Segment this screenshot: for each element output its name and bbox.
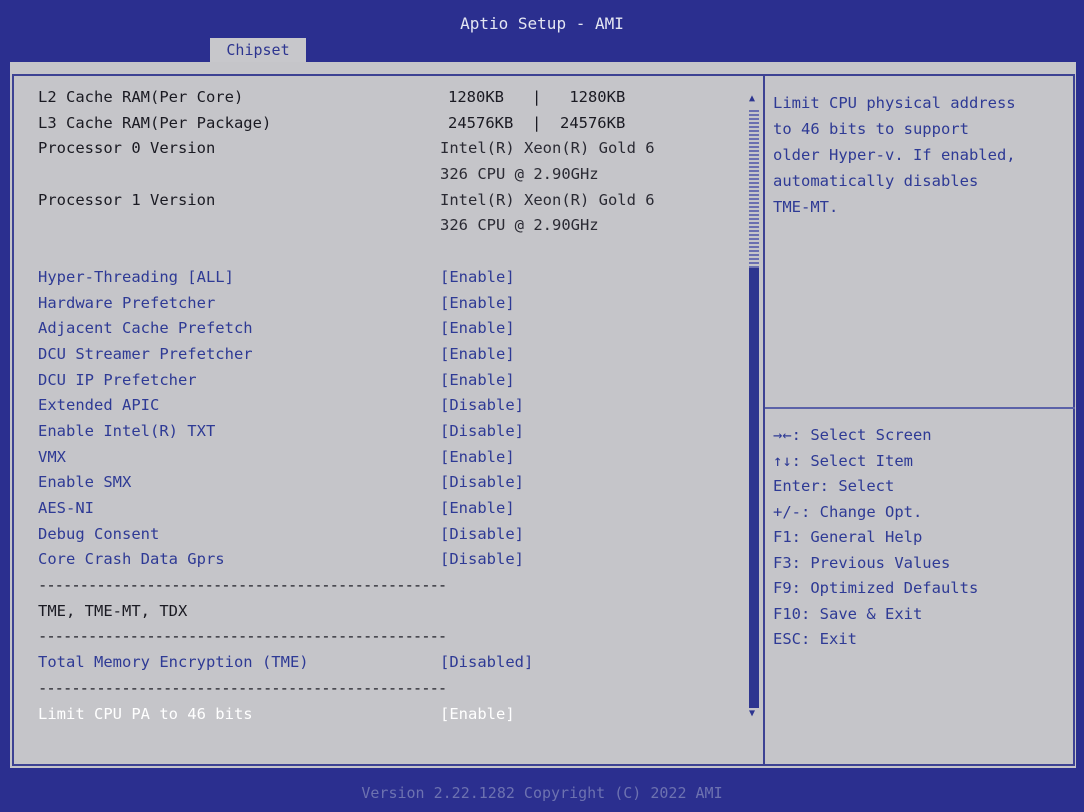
separator-line: ----------------------------------------… [38,679,753,705]
setting-value[interactable]: [Enable] [440,319,515,337]
info-row-processor-0-cont: 326 CPU @ 2.90GHz [38,165,753,191]
tab-chipset[interactable]: Chipset [210,38,306,62]
info-label: L3 Cache RAM(Per Package) [38,113,272,132]
setting-value[interactable]: [Disable] [440,396,524,414]
setting-extended-apic[interactable]: Extended APIC [Disable] [38,396,753,422]
window-title: Aptio Setup - AMI [460,14,624,33]
setting-value[interactable]: [Enable] [440,268,515,286]
setting-value[interactable]: [Disable] [440,550,524,568]
key-hint: F9: Optimized Defaults [773,579,979,597]
section-heading: TME, TME-MT, TDX [38,601,188,620]
setting-value[interactable]: [Enable] [440,294,515,312]
setting-vmx[interactable]: VMX [Enable] [38,448,753,474]
setting-value[interactable]: [Enable] [440,499,515,517]
help-line: TME-MT. [773,198,839,216]
separator-line: ----------------------------------------… [38,627,753,653]
info-label: Processor 0 Version [38,139,216,158]
info-row-l3-cache: L3 Cache RAM(Per Package) 24576KB | 2457… [38,114,753,140]
setting-label: AES-NI [38,499,94,517]
setting-label: Hyper-Threading [ALL] [38,267,234,286]
separator-line: ----------------------------------------… [38,576,753,602]
info-row-processor-1: Processor 1 Version Intel(R) Xeon(R) Gol… [38,191,753,217]
setting-limit-cpu-pa[interactable]: Limit CPU PA to 46 bits [Enable] [38,705,753,731]
setting-label: Limit CPU PA to 46 bits [38,704,253,723]
setting-core-crash-data-gprs[interactable]: Core Crash Data Gprs [Disable] [38,550,753,576]
title-bar: Aptio Setup - AMI Chipset [0,0,1084,62]
setting-label: Hardware Prefetcher [38,293,216,312]
setting-label: Enable SMX [38,473,132,492]
setting-label: Extended APIC [38,396,160,415]
footer-version: Version 2.22.1282 Copyright (C) 2022 AMI [0,778,1084,808]
scrollbar-track[interactable] [749,110,759,268]
setting-hyper-threading[interactable]: Hyper-Threading [ALL] [Enable] [38,268,753,294]
key-hint: F3: Previous Values [773,553,951,572]
setting-value[interactable]: [Enable] [440,705,515,723]
setting-label: Adjacent Cache Prefetch [38,319,253,338]
scrollbar-thumb[interactable] [749,268,759,708]
info-label: L2 Cache RAM(Per Core) [38,88,244,106]
setting-value[interactable]: [Disable] [440,525,524,543]
setting-dcu-ip-prefetcher[interactable]: DCU IP Prefetcher [Enable] [38,371,753,397]
info-value: Intel(R) Xeon(R) Gold 6 [440,139,655,158]
separator-text: ----------------------------------------… [38,678,447,697]
setting-value[interactable]: [Enable] [440,371,515,389]
info-row-processor-0: Processor 0 Version Intel(R) Xeon(R) Gol… [38,139,753,165]
panel-divider [763,74,765,766]
tme-heading: TME, TME-MT, TDX [38,602,753,628]
setting-value[interactable]: [Enable] [440,345,515,363]
setting-label: DCU IP Prefetcher [38,370,197,389]
setting-value[interactable]: [Disable] [440,422,524,440]
setting-debug-consent[interactable]: Debug Consent [Disable] [38,525,753,551]
info-value-cont: 326 CPU @ 2.90GHz [440,216,599,235]
key-hint: →←: Select Screen [773,426,932,444]
triangle-down-icon[interactable]: ▼ [749,708,755,719]
key-legend: →←: Select Screen ↑↓: Select Item Enter:… [773,423,1063,653]
separator-text: ----------------------------------------… [38,627,447,646]
setting-label: Total Memory Encryption (TME) [38,653,309,672]
key-hint: ↑↓: Select Item [773,451,913,470]
setting-label: DCU Streamer Prefetcher [38,344,253,363]
separator-text: ----------------------------------------… [38,576,447,595]
info-value-cont: 326 CPU @ 2.90GHz [440,165,599,184]
setting-hardware-prefetcher[interactable]: Hardware Prefetcher [Enable] [38,294,753,320]
key-hint: Enter: Select [773,477,895,495]
info-row-l2-cache: L2 Cache RAM(Per Core) 1280KB | 1280KB [38,88,753,114]
setting-dcu-streamer-prefetcher[interactable]: DCU Streamer Prefetcher [Enable] [38,345,753,371]
info-label: Processor 1 Version [38,190,216,209]
help-line: Limit CPU physical address [773,94,1016,112]
key-hint: ESC: Exit [773,630,857,648]
settings-list: L2 Cache RAM(Per Core) 1280KB | 1280KB L… [38,88,753,730]
info-row-processor-1-cont: 326 CPU @ 2.90GHz [38,216,753,242]
setting-value[interactable]: [Disabled] [440,653,533,671]
triangle-up-icon[interactable]: ▲ [749,93,755,104]
setting-total-memory-encryption[interactable]: Total Memory Encryption (TME) [Disabled] [38,653,753,679]
help-line: to 46 bits to support [773,120,969,138]
setting-enable-intel-txt[interactable]: Enable Intel(R) TXT [Disable] [38,422,753,448]
key-hint: F10: Save & Exit [773,604,923,623]
setting-aes-ni[interactable]: AES-NI [Enable] [38,499,753,525]
key-hint: +/-: Change Opt. [773,502,923,521]
info-value: Intel(R) Xeon(R) Gold 6 [440,190,655,209]
setting-enable-smx[interactable]: Enable SMX [Disable] [38,473,753,499]
help-line: automatically disables [773,172,979,190]
setting-value[interactable]: [Enable] [440,448,515,466]
setting-label: VMX [38,447,66,466]
key-hint: F1: General Help [773,528,923,546]
setting-value[interactable]: [Disable] [440,473,524,491]
info-value: 24576KB | 24576KB [448,113,626,132]
setting-adjacent-cache-prefetch[interactable]: Adjacent Cache Prefetch [Enable] [38,319,753,345]
help-divider [765,407,1075,409]
help-line: older Hyper-v. If enabled, [773,146,1016,164]
setting-label: Debug Consent [38,524,160,543]
help-text: Limit CPU physical address to 46 bits to… [773,90,1063,220]
info-value: 1280KB | 1280KB [448,88,626,106]
setting-label: Enable Intel(R) TXT [38,421,216,440]
setting-label: Core Crash Data Gprs [38,550,225,569]
